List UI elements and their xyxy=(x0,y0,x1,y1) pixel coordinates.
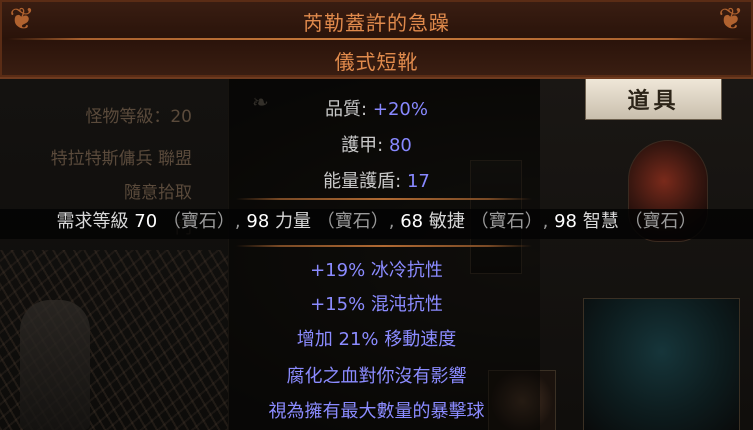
mod-corrupted-blood-immunity: 腐化之血對你沒有影響 xyxy=(286,366,467,387)
req-dex-value: 68 xyxy=(400,211,424,232)
header-divider xyxy=(8,38,745,40)
property-energy-shield: 能量護盾: 17 xyxy=(0,167,753,193)
property-value: 17 xyxy=(406,171,430,192)
req-gem-note: （寶石） xyxy=(470,211,543,232)
req-int-value: 98 xyxy=(554,211,577,232)
mod-movement-speed: 增加 21% 移動速度 xyxy=(296,329,457,350)
section-separator xyxy=(236,198,532,200)
req-int-label: 智慧 xyxy=(582,211,619,232)
req-level-label: 需求等級 xyxy=(56,211,129,232)
req-separator: , xyxy=(542,211,549,232)
item-tooltip: ❦ ❦ 芮勒蓋許的急躁 儀式短靴 品質: +20% 護甲: 80 能量護盾: 1… xyxy=(0,0,753,430)
mod-max-frenzy-charges: 視為擁有最大數量的暴擊球 xyxy=(268,401,485,422)
item-base-type: 儀式短靴 xyxy=(334,50,419,74)
req-level-value: 70 xyxy=(134,211,158,232)
req-str-label: 力量 xyxy=(275,211,312,232)
req-gem-note: （寶石） xyxy=(162,211,235,232)
property-label: 能量護盾: xyxy=(323,171,402,192)
property-label: 品質: xyxy=(325,99,368,120)
mod-cold-resistance: +19% 冰冷抗性 xyxy=(310,260,443,281)
property-armour: 護甲: 80 xyxy=(0,131,753,157)
req-separator: , xyxy=(388,211,395,232)
section-separator xyxy=(236,245,532,247)
mod-chaos-resistance: +15% 混沌抗性 xyxy=(310,294,443,315)
item-name: 芮勒蓋許的急躁 xyxy=(303,11,450,35)
property-value: +20% xyxy=(372,99,428,120)
req-gem-note: （寶石） xyxy=(624,211,697,232)
req-gem-note: （寶石） xyxy=(316,211,389,232)
req-separator: , xyxy=(234,211,241,232)
property-value: 80 xyxy=(388,135,412,156)
requirements-line: 需求等級 70 （寶石）, 98 力量 （寶石）, 68 敏捷 （寶石）, 98… xyxy=(0,209,753,239)
property-label: 護甲: xyxy=(341,135,384,156)
property-quality: 品質: +20% xyxy=(0,95,753,121)
req-dex-label: 敏捷 xyxy=(428,211,465,232)
tooltip-header: ❦ ❦ 芮勒蓋許的急躁 儀式短靴 xyxy=(0,0,753,79)
req-str-value: 98 xyxy=(246,211,270,232)
